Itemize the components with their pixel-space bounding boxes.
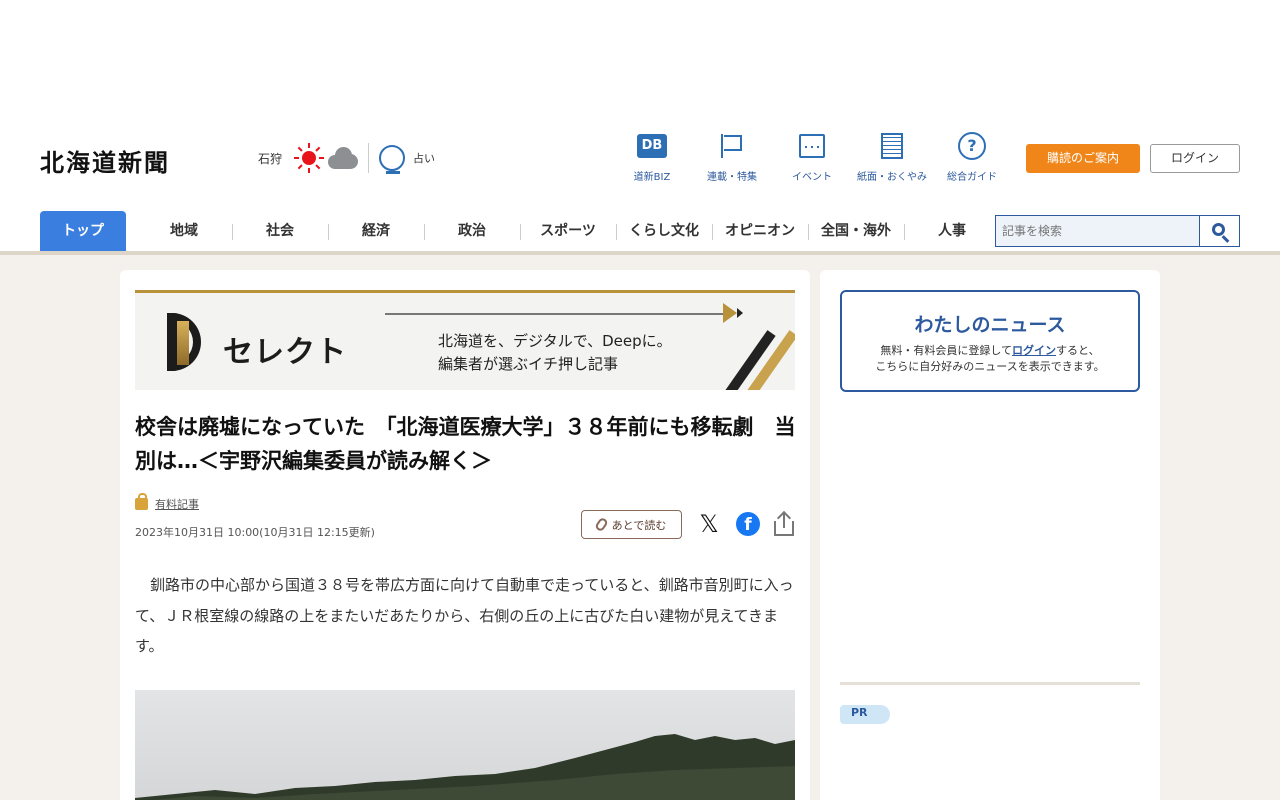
search-button[interactable] — [1199, 216, 1239, 246]
nav-label: 総合ガイド — [947, 172, 997, 183]
share-icon[interactable] — [774, 510, 794, 536]
nav-label: 連載・特集 — [707, 172, 757, 183]
nav-doshin-biz[interactable]: DB 道新BIZ — [612, 130, 692, 183]
pr-badge: PR — [840, 705, 890, 724]
help-icon: ? — [958, 132, 986, 160]
top-ad-space — [0, 0, 1280, 125]
tab-personnel[interactable]: 人事 — [904, 211, 1000, 251]
my-news-text: 無料・有料会員に登録してログインすると、 こちらに自分好みのニュースを表示できま… — [875, 344, 1105, 373]
lock-icon — [135, 493, 148, 510]
nav-label: 道新BIZ — [633, 172, 671, 183]
site-logo[interactable]: 北海道新聞 — [40, 143, 170, 178]
cloud-icon — [328, 147, 359, 169]
nav-label: イベント — [792, 172, 832, 183]
tab-economy[interactable]: 経済 — [328, 211, 424, 251]
nav-events[interactable]: イベント — [772, 130, 852, 183]
login-button[interactable]: ログイン — [1150, 144, 1240, 173]
fortune-label: 占い — [413, 152, 436, 165]
tab-top[interactable]: トップ — [40, 211, 126, 251]
article-photo — [135, 690, 795, 800]
sun-icon — [294, 143, 325, 173]
banner-brand: セレクト — [223, 335, 347, 370]
tab-lifestyle-culture[interactable]: くらし文化 — [616, 211, 712, 251]
article-title: 校舎は廃墟になっていた 「北海道医療大学」３８年前にも移転劇 当別は…＜宇野沢編… — [135, 415, 796, 473]
newspaper-icon — [881, 133, 903, 159]
db-icon: DB — [637, 134, 667, 158]
my-news-login-link[interactable]: ログイン — [1012, 344, 1056, 357]
read-later-label: あとで読む — [611, 518, 667, 532]
dselect-banner[interactable]: セレクト 北海道を、デジタルで、Deepに。 編集者が選ぶイチ押し記事 — [135, 290, 795, 390]
tab-politics[interactable]: 政治 — [424, 211, 520, 251]
paid-label[interactable]: 有料記事 — [155, 496, 199, 512]
nav-newspaper[interactable]: 紙面・おくやみ — [852, 130, 932, 183]
divider — [840, 682, 1140, 685]
tab-national-world[interactable]: 全国・海外 — [808, 211, 904, 251]
my-news-title: わたしのニュース — [914, 314, 1066, 336]
nav-guide[interactable]: ? 総合ガイド — [932, 130, 1012, 183]
read-later-button[interactable]: あとで読む — [581, 510, 682, 539]
my-news-box: わたしのニュース 無料・有料会員に登録してログインすると、 こちらに自分好みのニ… — [840, 290, 1140, 392]
search-box — [995, 215, 1240, 247]
search-input[interactable] — [996, 216, 1199, 246]
tab-society[interactable]: 社会 — [232, 211, 328, 251]
share-facebook-icon[interactable]: f — [736, 512, 760, 536]
tab-region[interactable]: 地域 — [136, 211, 232, 251]
weather-widget[interactable]: 石狩 占い — [258, 143, 436, 174]
nav-label: 紙面・おくやみ — [857, 172, 927, 183]
divider — [368, 143, 370, 173]
category-nav: トップ 地域 社会 経済 政治 スポーツ くらし文化 オピニオン 全国・海外 人… — [0, 210, 1280, 255]
article-date: 2023年10月31日 10:00(10月31日 12:15更新) — [135, 526, 375, 539]
share-x-icon[interactable]: 𝕏 — [697, 511, 721, 537]
weather-city: 石狩 — [258, 151, 283, 166]
subscribe-button[interactable]: 購読のご案内 — [1026, 144, 1140, 173]
site-header: 北海道新聞 石狩 占い DB 道新BIZ 連載・特集 イベント 紙面・おくやみ … — [0, 125, 1280, 210]
banner-tagline: 北海道を、デジタルで、Deepに。 編集者が選ぶイチ押し記事 — [438, 332, 672, 373]
arrow-icon — [723, 303, 737, 323]
paperclip-icon — [593, 516, 609, 533]
tab-opinion[interactable]: オピニオン — [712, 211, 808, 251]
header-nav: DB 道新BIZ 連載・特集 イベント 紙面・おくやみ ? 総合ガイド — [612, 130, 1012, 183]
crystal-ball-icon — [379, 145, 406, 174]
flag-icon — [721, 134, 743, 158]
fortune-link[interactable]: 占い — [379, 145, 436, 174]
tab-sports[interactable]: スポーツ — [520, 211, 616, 251]
article-body: 釧路市の中心部から国道３８号を帯広方面に向けて自動車で走っていると、釧路市音別町… — [135, 576, 794, 655]
paid-article-badge: 有料記事 — [135, 493, 199, 512]
nav-series[interactable]: 連載・特集 — [692, 130, 772, 183]
calendar-icon — [799, 134, 825, 158]
